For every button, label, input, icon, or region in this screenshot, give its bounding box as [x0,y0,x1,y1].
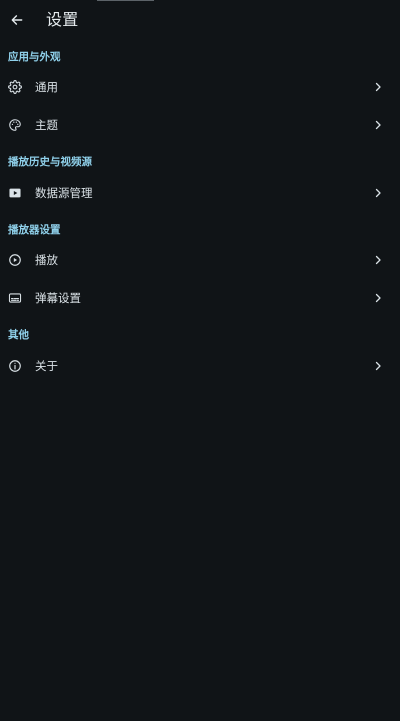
settings-item-theme[interactable]: 主题 [0,106,400,144]
gear-icon [8,80,22,94]
settings-item-danmaku-settings[interactable]: 弹幕设置 [0,279,400,317]
arrow-left-icon [11,15,23,25]
app-bar: 设置 [0,0,400,40]
section-header-other: 其他 [8,329,29,341]
chevron-right-icon [372,292,384,304]
settings-item-label: 关于 [35,359,58,373]
settings-item-label: 弹幕设置 [35,291,81,305]
section-header-app-appearance: 应用与外观 [8,51,61,63]
settings-item-about[interactable]: 关于 [0,347,400,385]
settings-item-label: 主题 [35,118,58,132]
settings-item-data-source-management[interactable]: 数据源管理 [0,174,400,212]
chevron-right-icon [372,254,384,266]
page-title: 设置 [46,10,79,29]
chevron-right-icon [372,81,384,93]
chevron-right-icon [372,119,384,131]
chevron-right-icon [372,360,384,372]
settings-item-label: 通用 [35,80,58,94]
back-button[interactable] [6,8,28,32]
chevron-right-icon [372,187,384,199]
subtitles-icon [8,291,22,305]
settings-page: 设置 应用与外观 通用 主题 播放历史与视频源 数据源管理 播放器设置 播放 弹… [0,0,400,721]
info-icon [8,359,22,373]
video-source-icon [8,186,22,200]
settings-item-playback[interactable]: 播放 [0,241,400,279]
play-circle-icon [8,253,22,267]
palette-icon [8,118,22,132]
settings-item-label: 播放 [35,253,58,267]
settings-item-general[interactable]: 通用 [0,68,400,106]
settings-item-label: 数据源管理 [35,186,93,200]
section-header-player-settings: 播放器设置 [8,224,61,236]
section-header-history-sources: 播放历史与视频源 [8,156,92,168]
